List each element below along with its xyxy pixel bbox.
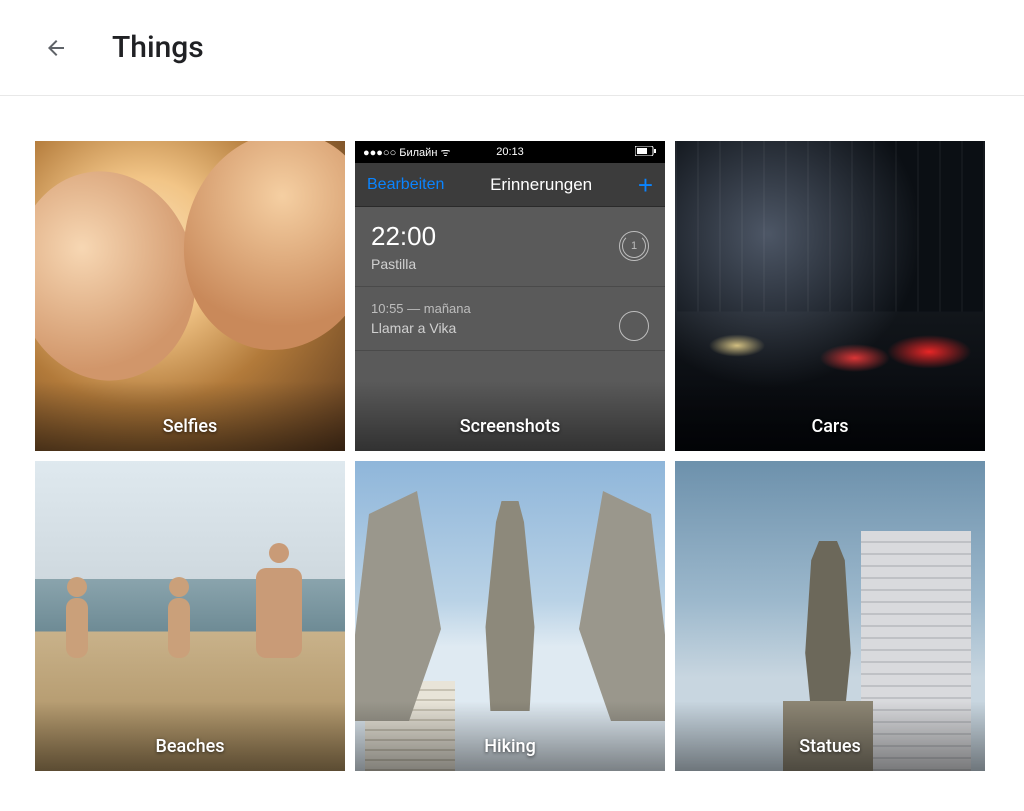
category-tile-cars[interactable]: Cars [675,141,985,451]
label-overlay: Screenshots [355,381,665,451]
label-overlay: Beaches [35,701,345,771]
reminder-time: 22:00 [371,221,649,252]
category-tile-statues[interactable]: Statues [675,461,985,771]
category-label: Beaches [155,736,224,757]
arrow-back-icon [44,36,68,60]
status-time: 20:13 [355,146,665,158]
reminder-title: Llamar a Vika [371,320,649,336]
screenshot-statusbar: ●●●○○ Билайн ᯤ 20:13 [355,141,665,163]
category-label: Hiking [484,736,536,757]
category-tile-beaches[interactable]: Beaches [35,461,345,771]
reminder-item: 10:55 — mañana Llamar a Vika [355,287,665,351]
plus-icon: + [638,172,653,198]
repeat-icon: 1 [619,231,649,261]
category-label: Cars [811,416,848,437]
screenshot-navbar: Bearbeiten Erinnerungen + [355,163,665,207]
category-tile-hiking[interactable]: Hiking [355,461,665,771]
reminder-subtime: 10:55 — mañana [371,301,649,316]
reminder-title: Pastilla [371,256,649,272]
circle-icon [619,311,649,341]
category-tile-screenshots[interactable]: ●●●○○ Билайн ᯤ 20:13 Bearbeiten Erinneru… [355,141,665,451]
category-tile-selfies[interactable]: Selfies [35,141,345,451]
category-label: Screenshots [460,416,561,437]
reminder-item: 22:00 Pastilla 1 [355,207,665,287]
nav-edit: Bearbeiten [367,176,444,194]
label-overlay: Cars [675,381,985,451]
category-label: Statues [799,736,861,757]
page-title: Things [112,30,204,65]
back-button[interactable] [32,24,80,72]
category-label: Selfies [163,416,218,437]
label-overlay: Selfies [35,381,345,451]
label-overlay: Hiking [355,701,665,771]
header: Things [0,0,1024,96]
category-grid: Selfies ●●●○○ Билайн ᯤ 20:13 Bearbeiten … [0,96,1024,771]
label-overlay: Statues [675,701,985,771]
nav-title: Erinnerungen [490,175,592,195]
